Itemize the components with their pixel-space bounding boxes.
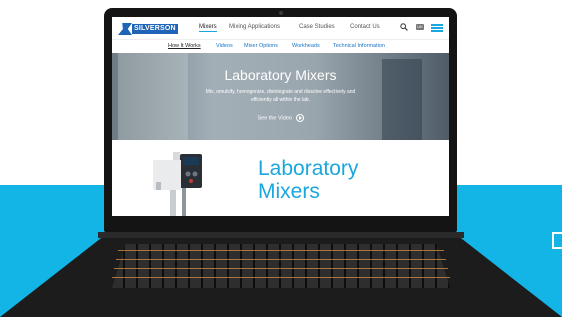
nav-mixers[interactable]: Mixers [199, 24, 217, 32]
nav-mixing-applications[interactable]: Mixing Applications [229, 24, 280, 30]
hamburger-menu-icon[interactable] [431, 24, 443, 32]
content-title: Laboratory Mixers [258, 157, 358, 203]
sub-navigation: How It Works Videos Mixer Options Workhe… [112, 40, 449, 53]
keyboard-backlight-row [118, 250, 444, 251]
play-icon [295, 114, 304, 122]
brand-logo[interactable]: SILVERSON [118, 23, 180, 35]
laptop-screen: SILVERSON Mixers Mixing Applications Cas… [112, 17, 449, 216]
content-title-line1: Laboratory [258, 157, 359, 180]
subnav-mixer-options[interactable]: Mixer Options [244, 43, 278, 49]
keyboard-backlight-row [114, 268, 448, 269]
subnav-workheads[interactable]: Workheads [292, 43, 320, 49]
keyboard-backlight-row [112, 277, 450, 278]
bracket-icon [552, 232, 562, 249]
nav-contact-us[interactable]: Contact Us [350, 24, 380, 30]
webcam-icon [279, 11, 283, 15]
search-icon[interactable] [400, 23, 408, 31]
video-link-label: See the Video [257, 115, 292, 122]
subnav-technical-information[interactable]: Technical Information [333, 43, 385, 49]
hero-title: Laboratory Mixers [224, 67, 337, 83]
subnav-how-it-works[interactable]: How It Works [168, 43, 201, 49]
laptop-hinge [98, 232, 464, 238]
laboratory-mixer-image [153, 152, 202, 216]
subnav-videos[interactable]: Videos [216, 43, 233, 49]
hero-banner: Laboratory Mixers Mix, emulsify, homogen… [112, 53, 449, 140]
nav-case-studies[interactable]: Case Studies [299, 24, 335, 30]
hero-subtitle: Mix, emulsify, homogenize, disintegrate … [205, 89, 356, 103]
site-header: SILVERSON Mixers Mixing Applications Cas… [112, 17, 449, 40]
logo-mark-icon [118, 23, 132, 35]
language-selector[interactable]: UK [416, 24, 424, 30]
keyboard-backlight-row [116, 259, 446, 260]
video-link[interactable]: See the Video [112, 114, 449, 122]
content-title-line2: Mixers [258, 180, 320, 203]
logo-text: SILVERSON [132, 24, 178, 34]
